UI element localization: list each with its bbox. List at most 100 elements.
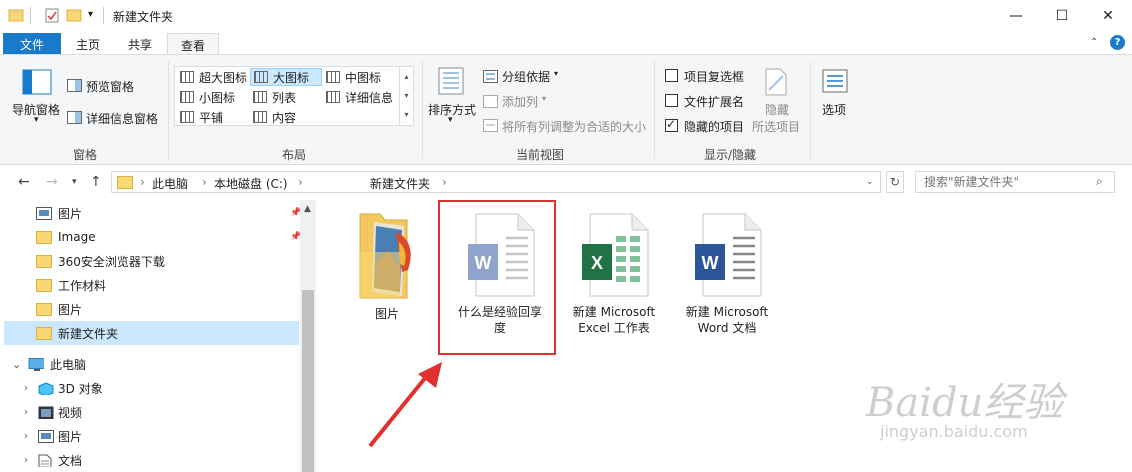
chevron-down-icon[interactable]: ▾ (34, 115, 39, 125)
group-by-button[interactable]: 分组依据 (502, 68, 550, 85)
nav-item-new-folder[interactable]: 新建文件夹 (4, 321, 299, 345)
options-icon[interactable] (822, 69, 848, 93)
chevron-right-icon[interactable]: › (24, 407, 28, 418)
back-arrow-icon[interactable]: ← (18, 174, 30, 190)
tab-home[interactable]: 主页 (66, 33, 110, 55)
nav-item-360-downloads[interactable]: 360安全浏览器下载 (4, 249, 299, 273)
item-checkboxes-checkbox[interactable] (665, 69, 678, 82)
layout-medium-icons[interactable]: 中图标 (323, 68, 395, 86)
extra-large-icons-icon (180, 71, 194, 83)
nav-item-this-pc[interactable]: ⌄ 此电脑 (4, 352, 299, 376)
close-button[interactable]: ✕ (1085, 0, 1131, 31)
chevron-down-icon[interactable]: ▾ (448, 115, 453, 125)
annotation-arrow-icon (368, 362, 442, 448)
refresh-button[interactable]: ↻ (886, 171, 904, 193)
preview-pane-button[interactable]: 预览窗格 (86, 78, 134, 95)
tab-file[interactable]: 文件 (3, 33, 61, 55)
tiles-icon (180, 111, 194, 123)
layout-list[interactable]: 列表 (250, 88, 322, 106)
excel-document-icon: X (582, 213, 649, 297)
navigation-pane-icon[interactable] (22, 69, 52, 95)
tab-share[interactable]: 共享 (116, 33, 164, 55)
layout-gallery-scroll[interactable]: ▴ ▾ ▾ (399, 67, 413, 125)
folder-icon (36, 278, 52, 292)
file-item-excel[interactable]: X 新建 Microsoft Excel 工作表 (558, 212, 670, 336)
folder-with-photos-icon (359, 213, 411, 299)
nav-pane-scrollbar[interactable]: ▲ (300, 200, 316, 472)
file-extensions-label: 文件扩展名 (684, 95, 745, 109)
layout-large-icons[interactable]: 大图标 (250, 68, 322, 86)
current-view-group-label: 当前视图 (515, 148, 564, 162)
maximize-button[interactable]: ☐ (1039, 0, 1085, 31)
breadcrumb-this-pc[interactable]: 此电脑 (152, 175, 188, 192)
scroll-up-icon[interactable]: ▲ (304, 204, 311, 214)
chevron-right-icon[interactable]: › (24, 431, 28, 442)
pictures-icon (36, 206, 52, 220)
search-box[interactable]: ⌕ (915, 171, 1115, 193)
file-item-word[interactable]: W 新建 Microsoft Word 文档 (671, 212, 783, 336)
nav-item-pictures-quick[interactable]: 图片 📌 (4, 201, 301, 225)
layout-extra-large-icons[interactable]: 超大图标 (177, 68, 249, 86)
documents-icon (38, 454, 52, 467)
nav-item-work-materials[interactable]: 工作材料 (4, 273, 299, 297)
folder-icon (8, 9, 24, 22)
title-bar: ▾ 新建文件夹 — ☐ ✕ (0, 0, 1132, 31)
hidden-items-checkbox[interactable] (665, 117, 678, 132)
recent-locations-icon[interactable]: ▾ (72, 177, 77, 187)
nav-item-video[interactable]: › 视频 (4, 400, 299, 424)
layout-content[interactable]: 内容 (250, 108, 322, 126)
chevron-right-icon[interactable]: › (24, 383, 28, 394)
nav-item-3d-objects[interactable]: › 3D 对象 (4, 376, 299, 400)
preview-pane-icon (67, 79, 82, 92)
search-icon[interactable]: ⌕ (1096, 174, 1103, 189)
show-hide-group-label: 显示/隐藏 (703, 148, 757, 162)
size-columns-button[interactable]: 将所有列调整为合适的大小 (502, 118, 646, 135)
svg-text:W: W (702, 253, 719, 273)
layout-tiles[interactable]: 平铺 (177, 108, 249, 126)
file-label-excel: 新建 Microsoft Excel 工作表 (572, 305, 656, 335)
collapse-ribbon-icon[interactable]: ⌃ (1090, 37, 1098, 48)
details-pane-button[interactable]: 详细信息窗格 (86, 110, 158, 127)
up-arrow-icon[interactable]: ↑ (90, 174, 102, 190)
tab-view[interactable]: 查看 (167, 33, 219, 56)
navigation-pane: 图片 📌 Image 📌 360安全浏览器下载 工作材料 图片 新建文件夹 ⌄ … (0, 200, 316, 472)
hide-selected-icon (765, 68, 787, 96)
address-history-icon[interactable]: ⌄ (866, 177, 874, 187)
folder-icon (36, 254, 52, 268)
computer-icon (28, 357, 44, 371)
file-extensions-checkbox[interactable] (665, 94, 678, 107)
breadcrumb-local-disk[interactable]: 本地磁盘 (C:) (214, 175, 288, 192)
folder-icon (117, 176, 133, 189)
large-icons-icon (254, 71, 268, 83)
sort-by-icon[interactable] (438, 67, 464, 95)
hide-selected-button[interactable]: 隐藏 (765, 101, 789, 118)
scroll-thumb[interactable] (302, 290, 314, 472)
nav-item-documents[interactable]: › 文档 (4, 448, 299, 472)
chevron-down-icon[interactable]: ⌄ (12, 358, 21, 371)
3d-objects-icon (38, 381, 54, 395)
new-folder-icon[interactable] (66, 7, 82, 24)
search-input[interactable] (916, 172, 1086, 192)
breadcrumb-separator-icon: › (140, 175, 145, 189)
help-icon[interactable]: ? (1110, 35, 1125, 50)
add-columns-button[interactable]: 添加列 (502, 93, 538, 110)
item-checkboxes-label: 项目复选框 (684, 70, 745, 84)
breadcrumb-current-folder[interactable]: 新建文件夹 (370, 175, 430, 192)
group-by-icon (483, 70, 498, 83)
file-item-pictures-folder[interactable]: 图片 (331, 212, 443, 322)
small-icons-icon (180, 91, 194, 103)
chevron-down-icon: ▾ (542, 94, 547, 103)
options-button[interactable]: 选项 (822, 101, 846, 118)
nav-item-pictures-folder[interactable]: 图片 (4, 297, 299, 321)
window-title: 新建文件夹 (113, 10, 174, 24)
nav-item-pictures[interactable]: › 图片 (4, 424, 299, 448)
layout-details[interactable]: 详细信息 (323, 88, 399, 106)
nav-item-image[interactable]: Image 📌 (4, 225, 301, 249)
minimize-button[interactable]: — (993, 0, 1039, 31)
customize-toolbar-icon[interactable]: ▾ (88, 9, 93, 26)
forward-arrow-icon[interactable]: → (46, 174, 58, 190)
properties-icon[interactable] (44, 7, 60, 24)
layout-small-icons[interactable]: 小图标 (177, 88, 249, 106)
chevron-right-icon[interactable]: › (24, 455, 28, 466)
address-bar[interactable]: › 此电脑 › 本地磁盘 (C:) › 新建文件夹 › ⌄ (111, 171, 881, 193)
